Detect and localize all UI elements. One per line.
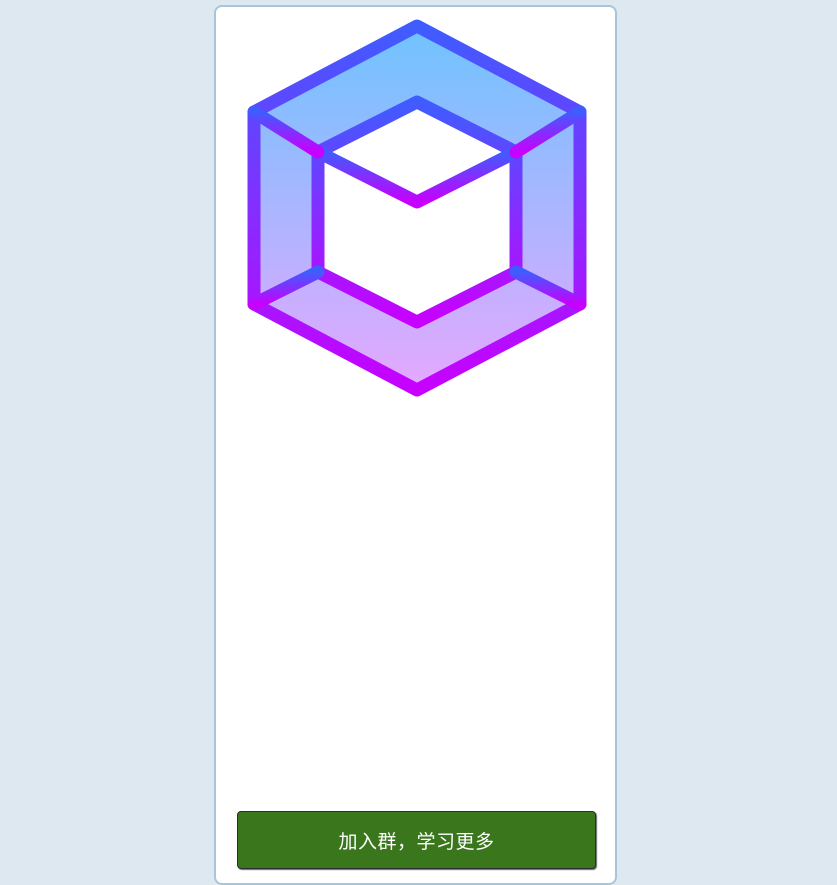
page-card: 加入群，学习更多: [214, 5, 617, 885]
cube-logo-icon: [246, 18, 588, 398]
join-group-button[interactable]: 加入群，学习更多: [237, 811, 596, 869]
